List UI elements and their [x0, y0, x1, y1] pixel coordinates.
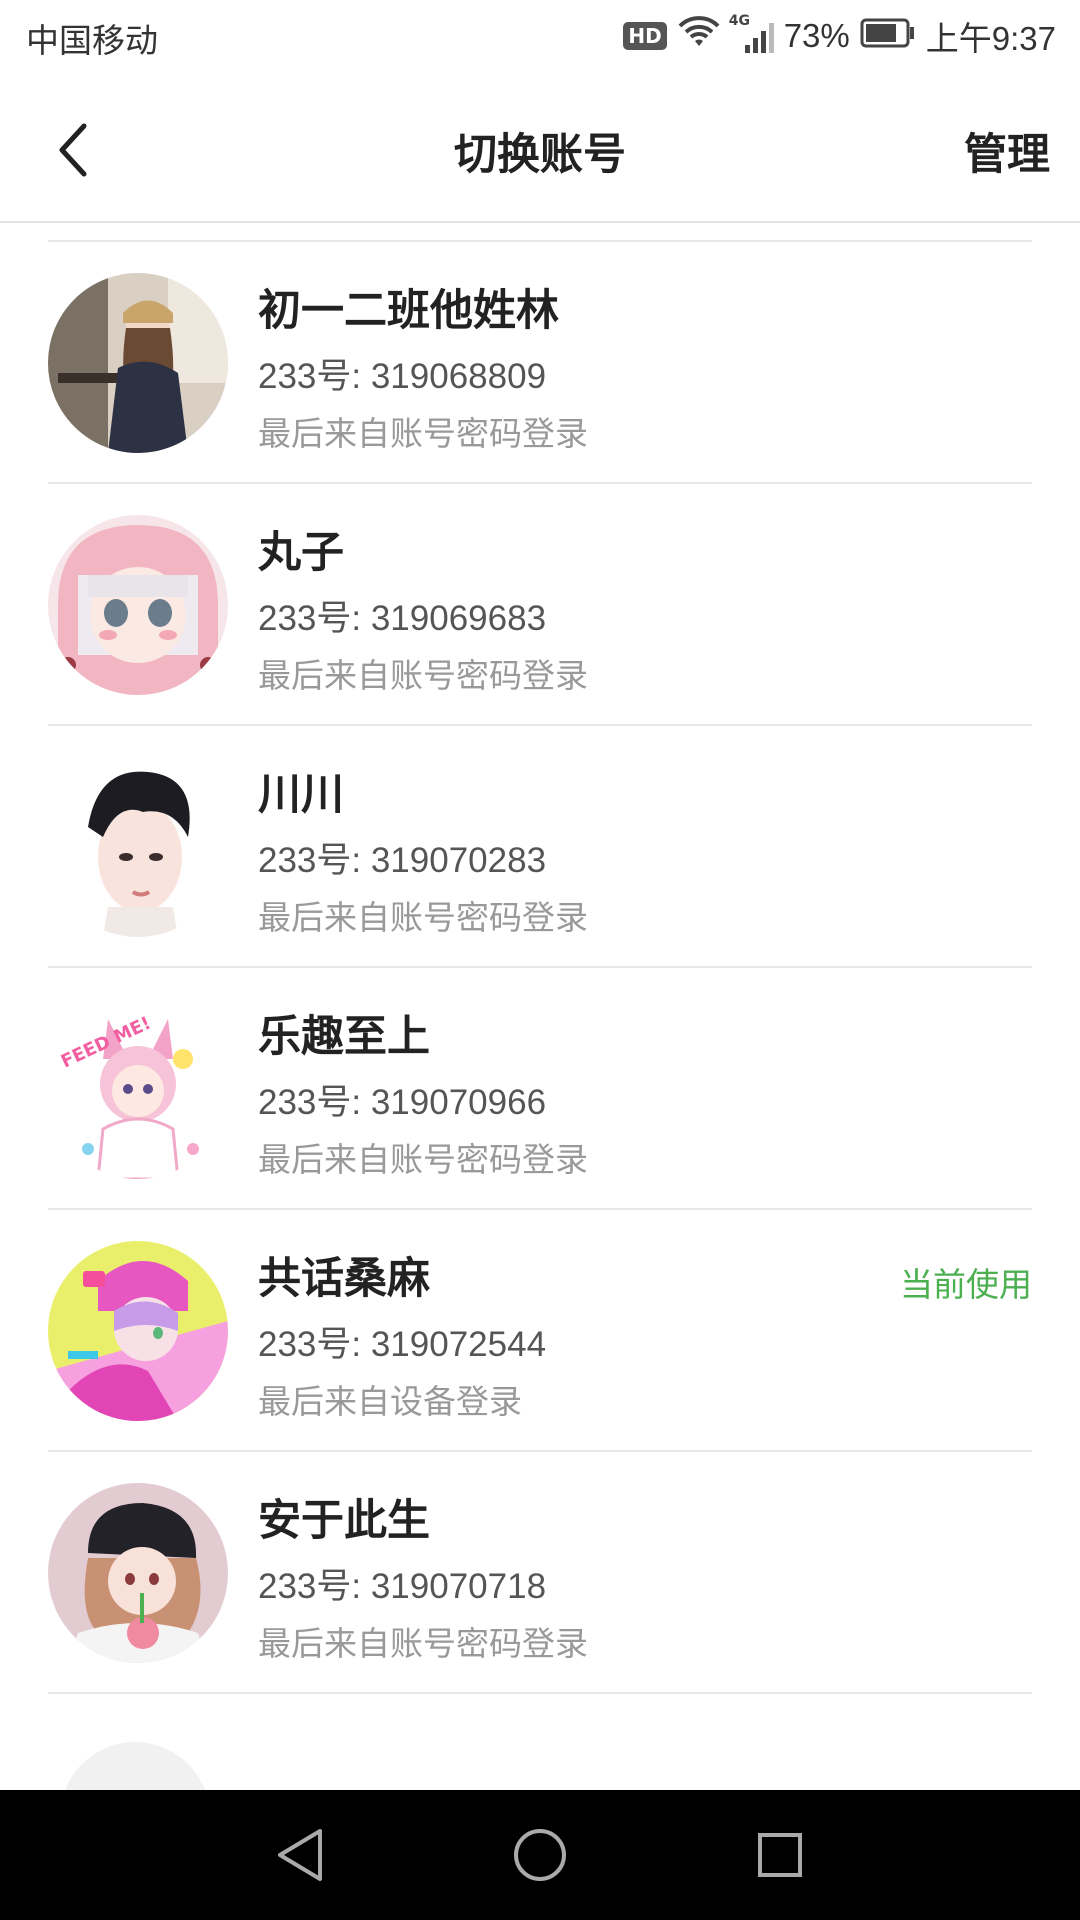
wifi-icon	[677, 14, 721, 58]
account-name: 初一二班他姓林	[258, 286, 559, 336]
circle-home-icon	[514, 1829, 566, 1881]
login-method: 最后来自账号密码登录	[258, 1140, 588, 1179]
account-id: 233号: 319068809	[258, 357, 547, 396]
battery-percentage: 73%	[783, 17, 850, 54]
avatar-pink-hair-boy-image	[48, 1241, 228, 1421]
square-recents-icon	[758, 1833, 802, 1877]
account-id: 233号: 319069683	[258, 599, 547, 638]
account-id: 233号: 319070718	[258, 1567, 547, 1606]
avatar-cat-girl-image: FEED ME!	[48, 999, 228, 1179]
login-method: 最后来自设备登录	[258, 1382, 522, 1421]
avatar-boy-image	[48, 757, 228, 937]
system-back-button[interactable]	[260, 1815, 340, 1895]
account-id: 233号: 319072544	[258, 1325, 547, 1364]
account-name: 安于此生	[258, 1496, 430, 1546]
avatar	[48, 1483, 228, 1663]
avatar	[60, 1742, 210, 1790]
status-icons: HD 4G 73% 上午9:37	[623, 13, 1056, 58]
hd-icon: HD	[623, 22, 667, 50]
page-title: 切换账号	[454, 130, 626, 180]
account-name: 丸子	[258, 528, 344, 578]
status-bar: 中国移动 HD 4G 73% 上午9:37	[0, 0, 1080, 75]
account-row[interactable]: 初一二班他姓林 233号: 319068809 最后来自账号密码登录	[48, 242, 1032, 484]
account-row[interactable]: 丸子 233号: 319069683 最后来自账号密码登录	[48, 484, 1032, 726]
avatar	[48, 273, 228, 453]
system-home-button[interactable]	[500, 1815, 580, 1895]
current-account-badge: 当前使用	[900, 1265, 1032, 1304]
avatar: FEED ME!	[48, 999, 228, 1179]
cellular-signal-icon: 4G	[729, 13, 774, 53]
account-row-current[interactable]: 共话桑麻 233号: 319072544 最后来自设备登录 当前使用	[48, 1210, 1032, 1452]
account-row[interactable]: FEED ME! 乐趣至上 233号: 319070966 最后来自账号密码登录	[48, 968, 1032, 1210]
account-id: 233号: 319070283	[258, 841, 547, 880]
avatar	[48, 515, 228, 695]
login-method: 最后来自账号密码登录	[258, 656, 588, 695]
nav-bar: 切换账号 管理	[0, 75, 1080, 223]
avatar-pink-hood-image	[48, 515, 228, 695]
clock: 上午9:37	[925, 20, 1056, 57]
avatar-girl-cafe-image	[48, 273, 228, 453]
avatar-girl-cap-image	[48, 1483, 228, 1663]
login-method: 最后来自账号密码登录	[258, 898, 588, 937]
account-row[interactable]: 安于此生 233号: 319070718 最后来自账号密码登录	[48, 1452, 1032, 1694]
avatar	[48, 757, 228, 937]
manage-button[interactable]: 管理	[964, 120, 1050, 182]
avatar	[48, 1241, 228, 1421]
battery-icon	[860, 17, 916, 56]
account-name: 川川	[258, 770, 344, 820]
login-method: 最后来自账号密码登录	[258, 414, 588, 453]
system-recents-button[interactable]	[740, 1815, 820, 1895]
account-list[interactable]: 初一二班他姓林 233号: 319068809 最后来自账号密码登录 丸子 23…	[0, 240, 1080, 1790]
network-type-label: 4G	[728, 13, 750, 29]
triangle-back-icon	[278, 1829, 322, 1881]
carrier-label: 中国移动	[26, 21, 158, 60]
account-name: 共话桑麻	[258, 1254, 430, 1304]
account-row[interactable]: 川川 233号: 319070283 最后来自账号密码登录	[48, 726, 1032, 968]
account-id: 233号: 319070966	[258, 1083, 547, 1122]
login-method: 最后来自账号密码登录	[258, 1624, 588, 1663]
system-nav-bar	[0, 1790, 1080, 1920]
account-name: 乐趣至上	[258, 1012, 430, 1062]
